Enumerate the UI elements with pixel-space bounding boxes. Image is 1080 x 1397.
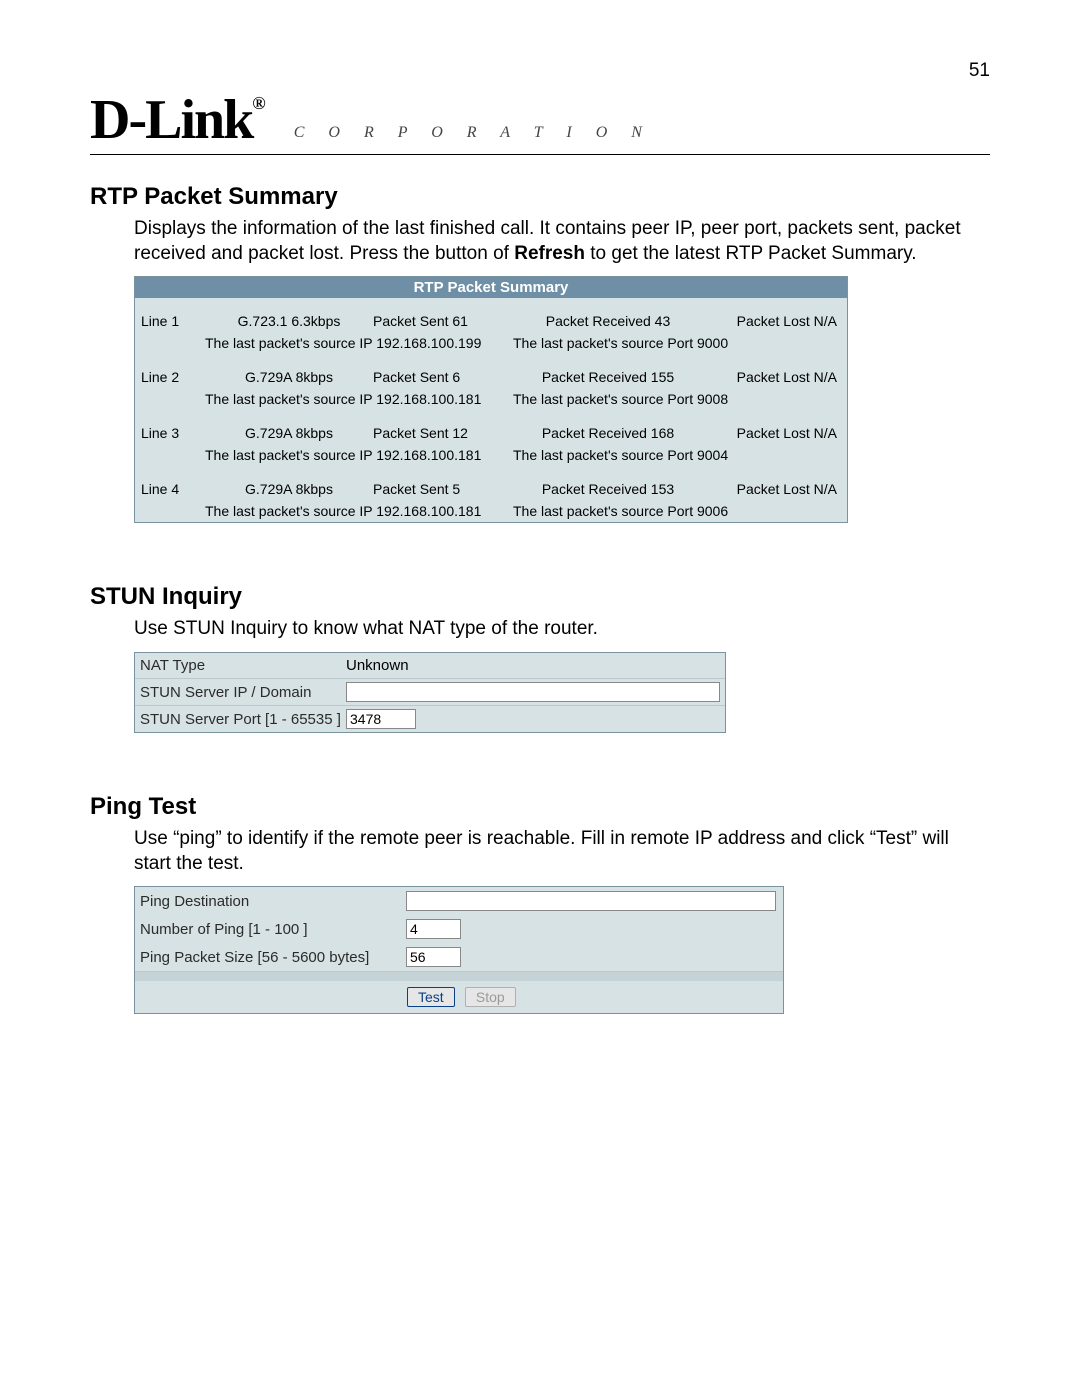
rtp-lost: Packet Lost N/A: [703, 313, 841, 329]
rtp-line-block: Line 2 G.729A 8kbps Packet Sent 6 Packet…: [135, 366, 847, 410]
stun-port-label: STUN Server Port [1 - 65535 ]: [140, 711, 346, 728]
rtp-line-block: Line 3 G.729A 8kbps Packet Sent 12 Packe…: [135, 422, 847, 466]
rtp-recv: Packet Received 153: [513, 481, 703, 497]
rtp-codec: G.729A 8kbps: [205, 369, 373, 385]
rtp-panel: RTP Packet Summary Line 1 G.723.1 6.3kbp…: [134, 276, 848, 523]
nat-type-label: NAT Type: [140, 657, 346, 674]
stun-server-label: STUN Server IP / Domain: [140, 684, 346, 701]
rtp-line-label: Line 2: [141, 369, 205, 385]
rtp-line-label: Line 4: [141, 481, 205, 497]
stun-description: Use STUN Inquiry to know what NAT type o…: [90, 617, 990, 642]
stun-panel: NAT Type Unknown STUN Server IP / Domain…: [134, 652, 726, 733]
rtp-lost: Packet Lost N/A: [703, 425, 841, 441]
rtp-sent: Packet Sent 12: [373, 425, 513, 441]
brand-header: D-Link® C O R P O R A T I O N: [90, 92, 990, 155]
rtp-src-ip: The last packet's source IP 192.168.100.…: [205, 503, 513, 519]
page-number: 51: [90, 60, 990, 82]
rtp-src-port: The last packet's source Port 9008: [513, 391, 841, 407]
brand-tagline: C O R P O R A T I O N: [294, 124, 652, 148]
ping-count-input[interactable]: [406, 919, 461, 939]
stun-server-input[interactable]: [346, 682, 720, 702]
rtp-lost: Packet Lost N/A: [703, 369, 841, 385]
rtp-codec: G.729A 8kbps: [205, 481, 373, 497]
stun-section: STUN Inquiry Use STUN Inquiry to know wh…: [90, 583, 990, 733]
rtp-src-ip: The last packet's source IP 192.168.100.…: [205, 447, 513, 463]
brand-logo: D-Link®: [90, 92, 264, 148]
rtp-src-port: The last packet's source Port 9000: [513, 335, 841, 351]
ping-heading: Ping Test: [90, 793, 990, 821]
rtp-line-label: Line 3: [141, 425, 205, 441]
rtp-line-block: Line 4 G.729A 8kbps Packet Sent 5 Packet…: [135, 478, 847, 522]
ping-size-label: Ping Packet Size [56 - 5600 bytes]: [140, 949, 406, 966]
ping-size-input[interactable]: [406, 947, 461, 967]
ping-dest-label: Ping Destination: [140, 893, 406, 910]
rtp-src-port: The last packet's source Port 9006: [513, 503, 841, 519]
stop-button[interactable]: Stop: [465, 987, 516, 1007]
rtp-description: Displays the information of the last fin…: [90, 217, 990, 266]
ping-dest-input[interactable]: [406, 891, 776, 911]
stun-port-input[interactable]: [346, 709, 416, 729]
rtp-src-ip: The last packet's source IP 192.168.100.…: [205, 391, 513, 407]
rtp-src-ip: The last packet's source IP 192.168.100.…: [205, 335, 513, 351]
ping-count-label: Number of Ping [1 - 100 ]: [140, 921, 406, 938]
rtp-codec: G.729A 8kbps: [205, 425, 373, 441]
rtp-sent: Packet Sent 6: [373, 369, 513, 385]
nat-type-value: Unknown: [346, 657, 720, 674]
rtp-panel-title: RTP Packet Summary: [135, 277, 847, 298]
ping-description: Use “ping” to identify if the remote pee…: [90, 827, 990, 876]
rtp-codec: G.723.1 6.3kbps: [205, 313, 373, 329]
ping-section: Ping Test Use “ping” to identify if the …: [90, 793, 990, 1014]
rtp-section: RTP Packet Summary Displays the informat…: [90, 183, 990, 523]
rtp-recv: Packet Received 168: [513, 425, 703, 441]
rtp-lost: Packet Lost N/A: [703, 481, 841, 497]
rtp-sent: Packet Sent 61: [373, 313, 513, 329]
rtp-line-block: Line 1 G.723.1 6.3kbps Packet Sent 61 Pa…: [135, 310, 847, 354]
rtp-recv: Packet Received 155: [513, 369, 703, 385]
stun-heading: STUN Inquiry: [90, 583, 990, 611]
ping-panel: Ping Destination Number of Ping [1 - 100…: [134, 886, 784, 1014]
rtp-sent: Packet Sent 5: [373, 481, 513, 497]
rtp-src-port: The last packet's source Port 9004: [513, 447, 841, 463]
rtp-recv: Packet Received 43: [513, 313, 703, 329]
rtp-heading: RTP Packet Summary: [90, 183, 990, 211]
test-button[interactable]: Test: [407, 987, 455, 1007]
rtp-line-label: Line 1: [141, 313, 205, 329]
